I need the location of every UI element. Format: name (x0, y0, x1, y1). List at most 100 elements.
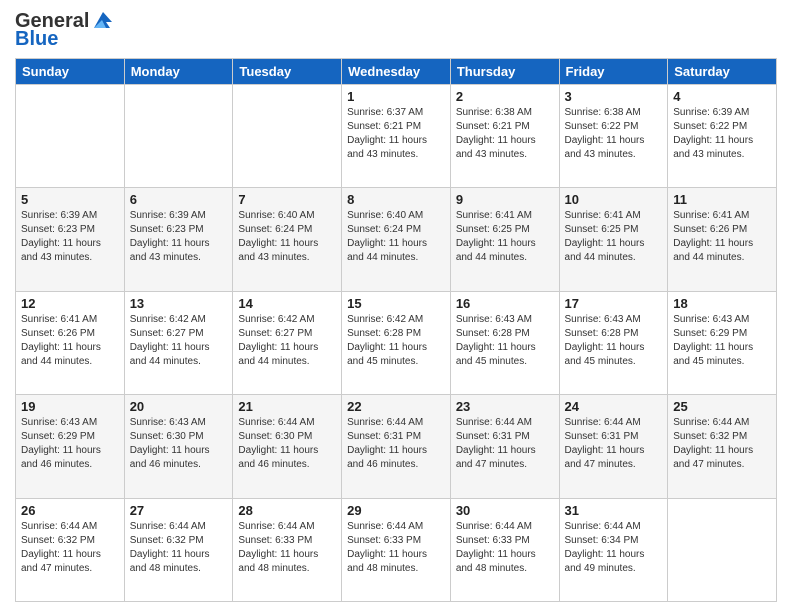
day-cell: 17Sunrise: 6:43 AM Sunset: 6:28 PM Dayli… (559, 291, 668, 394)
day-cell: 31 Sunrise: 6:44 AM Sunset: 6:34 PM Dayli… (559, 498, 668, 601)
day-cell: 30 Sunrise: 6:44 AM Sunset: 6:33 PM Dayli… (450, 498, 559, 601)
day-cell: 3 Sunrise: 6:38 AM Sunset: 6:22 PM Daylig… (559, 85, 668, 188)
day-info: Sunrise: 6:43 AM Sunset: 6:28 PM Dayligh… (565, 313, 663, 369)
day-number: 14 (238, 296, 336, 311)
day-cell: 7 Sunrise: 6:40 AM Sunset: 6:24 PM Daylig… (233, 188, 342, 291)
day-info: Sunrise: 6:44 AM Sunset: 6:33 PM Dayligh… (456, 520, 554, 576)
day-number: 7 (238, 192, 336, 207)
day-number: 31 (565, 503, 663, 518)
day-info: Sunrise: 6:43 AM Sunset: 6:30 PM Dayligh… (130, 416, 228, 472)
day-info: Sunrise: 6:40 AM Sunset: 6:24 PM Dayligh… (238, 209, 336, 265)
day-number: 22 (347, 399, 445, 414)
day-info: Sunrise: 6:42 AM Sunset: 6:27 PM Dayligh… (130, 313, 228, 369)
day-info: Sunrise: 6:41 AM Sunset: 6:25 PM Dayligh… (565, 209, 663, 265)
day-info: Sunrise: 6:39 AM Sunset: 6:22 PM Dayligh… (673, 106, 771, 162)
day-cell: 1 Sunrise: 6:37 AM Sunset: 6:21 PM Daylig… (342, 85, 451, 188)
day-info: Sunrise: 6:44 AM Sunset: 6:30 PM Dayligh… (238, 416, 336, 472)
day-cell (16, 85, 125, 188)
col-header-saturday: Saturday (668, 59, 777, 85)
day-number: 3 (565, 89, 663, 104)
day-number: 24 (565, 399, 663, 414)
day-cell: 5 Sunrise: 6:39 AM Sunset: 6:23 PM Daylig… (16, 188, 125, 291)
day-number: 16 (456, 296, 554, 311)
day-number: 15 (347, 296, 445, 311)
day-info: Sunrise: 6:44 AM Sunset: 6:32 PM Dayligh… (21, 520, 119, 576)
day-number: 4 (673, 89, 771, 104)
week-row-3: 12 Sunrise: 6:41 AM Sunset: 6:26 PM Dayli… (16, 291, 777, 394)
day-info: Sunrise: 6:44 AM Sunset: 6:31 PM Dayligh… (565, 416, 663, 472)
day-number: 20 (130, 399, 228, 414)
col-header-wednesday: Wednesday (342, 59, 451, 85)
day-info: Sunrise: 6:39 AM Sunset: 6:23 PM Dayligh… (130, 209, 228, 265)
day-cell: 21 Sunrise: 6:44 AM Sunset: 6:30 PM Dayli… (233, 395, 342, 498)
day-info: Sunrise: 6:44 AM Sunset: 6:33 PM Dayligh… (347, 520, 445, 576)
day-number: 28 (238, 503, 336, 518)
day-number: 6 (130, 192, 228, 207)
col-header-friday: Friday (559, 59, 668, 85)
week-row-2: 5 Sunrise: 6:39 AM Sunset: 6:23 PM Daylig… (16, 188, 777, 291)
day-info: Sunrise: 6:40 AM Sunset: 6:24 PM Dayligh… (347, 209, 445, 265)
day-cell: 6 Sunrise: 6:39 AM Sunset: 6:23 PM Daylig… (124, 188, 233, 291)
day-cell: 19Sunrise: 6:43 AM Sunset: 6:29 PM Dayli… (16, 395, 125, 498)
day-number: 30 (456, 503, 554, 518)
day-number: 12 (21, 296, 119, 311)
day-number: 5 (21, 192, 119, 207)
day-number: 21 (238, 399, 336, 414)
day-cell: 20 Sunrise: 6:43 AM Sunset: 6:30 PM Dayli… (124, 395, 233, 498)
day-cell: 23Sunrise: 6:44 AM Sunset: 6:31 PM Dayli… (450, 395, 559, 498)
day-info: Sunrise: 6:44 AM Sunset: 6:31 PM Dayligh… (347, 416, 445, 472)
day-number: 25 (673, 399, 771, 414)
week-row-1: 1 Sunrise: 6:37 AM Sunset: 6:21 PM Daylig… (16, 85, 777, 188)
day-number: 11 (673, 192, 771, 207)
day-cell: 9 Sunrise: 6:41 AM Sunset: 6:25 PM Daylig… (450, 188, 559, 291)
day-cell: 2 Sunrise: 6:38 AM Sunset: 6:21 PM Daylig… (450, 85, 559, 188)
day-cell: 28Sunrise: 6:44 AM Sunset: 6:33 PM Dayli… (233, 498, 342, 601)
day-info: Sunrise: 6:41 AM Sunset: 6:26 PM Dayligh… (673, 209, 771, 265)
day-info: Sunrise: 6:42 AM Sunset: 6:28 PM Dayligh… (347, 313, 445, 369)
day-cell: 18 Sunrise: 6:43 AM Sunset: 6:29 PM Dayli… (668, 291, 777, 394)
header: General Blue (15, 10, 777, 50)
week-row-4: 19Sunrise: 6:43 AM Sunset: 6:29 PM Dayli… (16, 395, 777, 498)
day-cell: 25Sunrise: 6:44 AM Sunset: 6:32 PM Dayli… (668, 395, 777, 498)
col-header-tuesday: Tuesday (233, 59, 342, 85)
day-number: 18 (673, 296, 771, 311)
day-number: 9 (456, 192, 554, 207)
day-cell: 13Sunrise: 6:42 AM Sunset: 6:27 PM Dayli… (124, 291, 233, 394)
day-cell: 10 Sunrise: 6:41 AM Sunset: 6:25 PM Dayli… (559, 188, 668, 291)
day-info: Sunrise: 6:37 AM Sunset: 6:21 PM Dayligh… (347, 106, 445, 162)
header-row: SundayMondayTuesdayWednesdayThursdayFrid… (16, 59, 777, 85)
day-info: Sunrise: 6:43 AM Sunset: 6:28 PM Dayligh… (456, 313, 554, 369)
day-number: 26 (21, 503, 119, 518)
day-number: 29 (347, 503, 445, 518)
day-info: Sunrise: 6:38 AM Sunset: 6:22 PM Dayligh… (565, 106, 663, 162)
day-cell: 15 Sunrise: 6:42 AM Sunset: 6:28 PM Dayli… (342, 291, 451, 394)
week-row-5: 26 Sunrise: 6:44 AM Sunset: 6:32 PM Dayli… (16, 498, 777, 601)
day-info: Sunrise: 6:44 AM Sunset: 6:32 PM Dayligh… (130, 520, 228, 576)
day-cell: 14Sunrise: 6:42 AM Sunset: 6:27 PM Dayli… (233, 291, 342, 394)
day-cell: 12 Sunrise: 6:41 AM Sunset: 6:26 PM Dayli… (16, 291, 125, 394)
day-info: Sunrise: 6:41 AM Sunset: 6:25 PM Dayligh… (456, 209, 554, 265)
day-info: Sunrise: 6:38 AM Sunset: 6:21 PM Dayligh… (456, 106, 554, 162)
day-number: 1 (347, 89, 445, 104)
day-cell: 24 Sunrise: 6:44 AM Sunset: 6:31 PM Dayli… (559, 395, 668, 498)
day-info: Sunrise: 6:44 AM Sunset: 6:34 PM Dayligh… (565, 520, 663, 576)
day-cell (124, 85, 233, 188)
day-info: Sunrise: 6:39 AM Sunset: 6:23 PM Dayligh… (21, 209, 119, 265)
day-number: 10 (565, 192, 663, 207)
day-cell (668, 498, 777, 601)
day-cell: 29 Sunrise: 6:44 AM Sunset: 6:33 PM Dayli… (342, 498, 451, 601)
day-number: 27 (130, 503, 228, 518)
day-number: 19 (21, 399, 119, 414)
page: General Blue SundayMondayTuesdayWednesda… (0, 0, 792, 612)
logo-blue: Blue (15, 28, 114, 50)
col-header-monday: Monday (124, 59, 233, 85)
day-cell: 22 Sunrise: 6:44 AM Sunset: 6:31 PM Dayli… (342, 395, 451, 498)
day-cell: 27 Sunrise: 6:44 AM Sunset: 6:32 PM Dayli… (124, 498, 233, 601)
day-cell: 26 Sunrise: 6:44 AM Sunset: 6:32 PM Dayli… (16, 498, 125, 601)
day-info: Sunrise: 6:41 AM Sunset: 6:26 PM Dayligh… (21, 313, 119, 369)
day-info: Sunrise: 6:43 AM Sunset: 6:29 PM Dayligh… (673, 313, 771, 369)
day-cell: 8Sunrise: 6:40 AM Sunset: 6:24 PM Daylig… (342, 188, 451, 291)
calendar-table: SundayMondayTuesdayWednesdayThursdayFrid… (15, 58, 777, 602)
day-number: 2 (456, 89, 554, 104)
logo: General Blue (15, 10, 114, 50)
